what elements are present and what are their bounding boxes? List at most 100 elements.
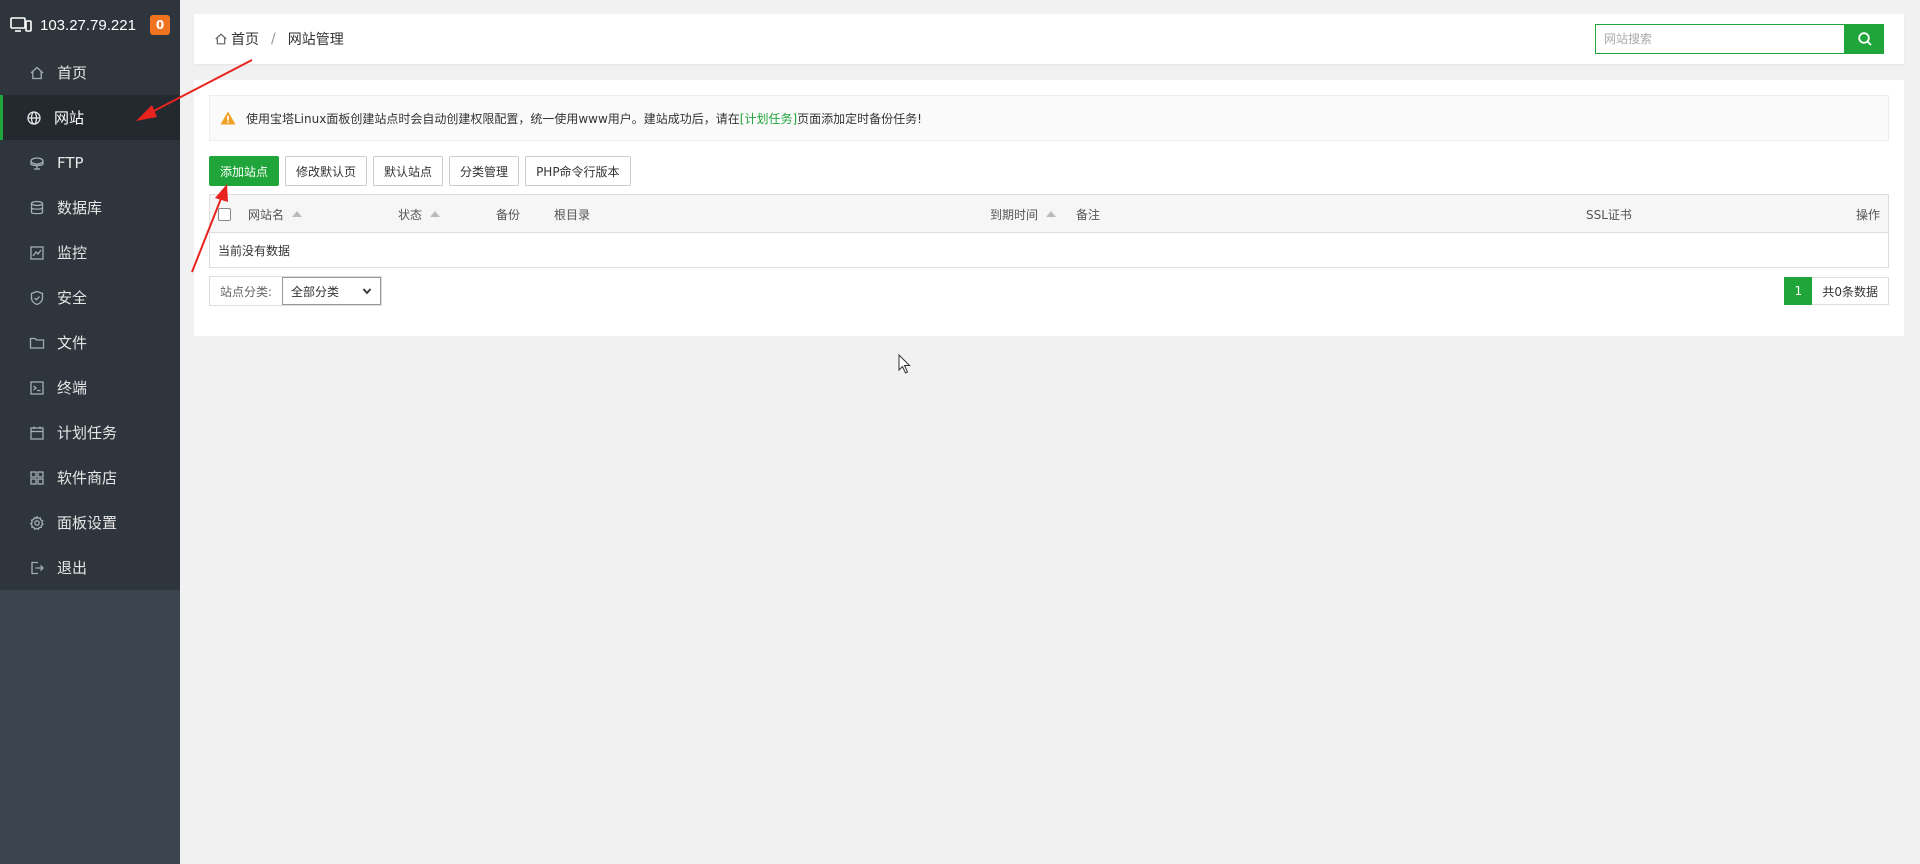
- toolbar: 添加站点 修改默认页 默认站点 分类管理 PHP命令行版本: [209, 156, 1889, 186]
- sidebar: 103.27.79.221 0 首页 网站 FTP 数据库 监控 安全 文件 终…: [0, 0, 180, 864]
- info-alert: 使用宝塔Linux面板创建站点时会自动创建权限配置，统一使用www用户。建站成功…: [209, 95, 1889, 141]
- server-header: 103.27.79.221 0: [0, 0, 180, 50]
- cron-task-link[interactable]: [计划任务]: [740, 110, 797, 127]
- column-root-dir: 根目录: [554, 195, 590, 233]
- sidebar-item-label: FTP: [57, 153, 84, 172]
- home-icon: [215, 33, 227, 45]
- sidebar-nav: 首页 网站 FTP 数据库 监控 安全 文件 终端 计划任务 软件商店 面板设置…: [0, 50, 180, 590]
- column-status[interactable]: 状态: [398, 195, 441, 233]
- sidebar-item-settings[interactable]: 面板设置: [0, 500, 180, 545]
- select-all-checkbox[interactable]: [218, 207, 231, 221]
- monitor-chart-icon: [29, 245, 45, 261]
- content-panel: 使用宝塔Linux面板创建站点时会自动创建权限配置，统一使用www用户。建站成功…: [194, 80, 1904, 336]
- select-all-cell: [218, 195, 231, 233]
- warning-icon: [220, 111, 236, 125]
- sidebar-item-website[interactable]: 网站: [0, 95, 180, 140]
- sidebar-item-home[interactable]: 首页: [0, 50, 180, 95]
- sidebar-item-security[interactable]: 安全: [0, 275, 180, 320]
- breadcrumb-current: 网站管理: [287, 32, 344, 48]
- category-label: 站点分类:: [220, 284, 273, 299]
- column-label: SSL证书: [1586, 207, 1632, 222]
- table-empty-row: 当前没有数据: [210, 233, 1888, 267]
- sidebar-item-terminal[interactable]: 终端: [0, 365, 180, 410]
- search-icon: [1857, 32, 1872, 46]
- column-label: 状态: [398, 207, 423, 222]
- apps-grid-icon: [29, 470, 45, 486]
- folder-icon: [29, 335, 45, 351]
- column-label: 根目录: [554, 207, 591, 222]
- column-ssl: SSL证书: [1586, 195, 1632, 233]
- column-label: 到期时间: [990, 207, 1039, 222]
- sidebar-item-label: 终端: [57, 379, 88, 397]
- search-box: [1595, 24, 1884, 54]
- total-count: 共0条数据: [1812, 277, 1889, 305]
- sidebar-item-label: 软件商店: [57, 469, 118, 487]
- breadcrumb: 首页 / 网站管理: [214, 29, 1595, 49]
- empty-text: 当前没有数据: [218, 243, 291, 258]
- column-remark: 备注: [1076, 195, 1100, 233]
- column-label: 网站名: [248, 207, 285, 222]
- sidebar-item-label: 面板设置: [57, 514, 118, 532]
- column-label: 备份: [496, 207, 521, 222]
- server-ip: 103.27.79.221: [40, 16, 136, 34]
- sidebar-item-label: 网站: [54, 109, 85, 127]
- php-cli-version-button[interactable]: PHP命令行版本: [525, 156, 631, 186]
- sidebar-item-label: 文件: [57, 334, 88, 352]
- column-site-name[interactable]: 网站名: [248, 195, 303, 233]
- sidebar-item-database[interactable]: 数据库: [0, 185, 180, 230]
- ftp-icon: [29, 155, 45, 171]
- mouse-cursor-icon: [898, 354, 911, 374]
- category-manage-button[interactable]: 分类管理: [449, 156, 520, 186]
- default-site-button[interactable]: 默认站点: [373, 156, 444, 186]
- sidebar-item-label: 首页: [57, 64, 88, 82]
- column-backup: 备份: [496, 195, 520, 233]
- sidebar-item-label: 退出: [57, 559, 88, 577]
- logout-icon: [29, 560, 45, 576]
- sidebar-item-label: 安全: [57, 289, 88, 307]
- shield-icon: [29, 290, 45, 306]
- column-label: 操作: [1855, 207, 1880, 222]
- alert-text-tail: 页面添加定时备份任务!: [797, 111, 922, 126]
- sidebar-item-label: 计划任务: [57, 424, 118, 442]
- sidebar-item-cron[interactable]: 计划任务: [0, 410, 180, 455]
- main-area: 首页 / 网站管理 使用宝塔Linux面板创建站点时会自动创建权限配置，统一使用…: [194, 14, 1904, 336]
- breadcrumb-home-link[interactable]: 首页: [231, 29, 259, 49]
- table-header: 网站名 状态 备份 根目录 到期时间 备注 SSL证书 操作: [210, 195, 1888, 233]
- globe-icon: [26, 110, 42, 126]
- modify-default-page-button[interactable]: 修改默认页: [285, 156, 368, 186]
- sidebar-item-label: 监控: [57, 244, 88, 262]
- site-search-input[interactable]: [1595, 24, 1845, 54]
- column-expire[interactable]: 到期时间: [990, 195, 1057, 233]
- search-button[interactable]: [1845, 24, 1884, 54]
- category-select[interactable]: 全部分类: [282, 277, 382, 305]
- chevron-down-icon: [362, 288, 372, 295]
- sidebar-item-files[interactable]: 文件: [0, 320, 180, 365]
- sidebar-item-ftp[interactable]: FTP: [0, 140, 180, 185]
- gear-icon: [29, 515, 45, 531]
- database-icon: [29, 200, 45, 216]
- category-filter: 站点分类: 全部分类: [209, 276, 383, 306]
- alert-text: 使用宝塔Linux面板创建站点时会自动创建权限配置，统一使用www用户。建站成功…: [246, 111, 740, 126]
- sidebar-item-logout[interactable]: 退出: [0, 545, 180, 590]
- pagination: 1 共0条数据: [1784, 277, 1889, 305]
- topbar: 首页 / 网站管理: [194, 14, 1904, 64]
- sidebar-item-monitor[interactable]: 监控: [0, 230, 180, 275]
- sort-up-icon: [292, 211, 303, 217]
- breadcrumb-separator: /: [271, 31, 276, 47]
- terminal-icon: [29, 380, 45, 396]
- notification-badge[interactable]: 0: [150, 15, 170, 35]
- sort-up-icon: [1046, 211, 1057, 217]
- sort-up-icon: [430, 211, 441, 217]
- sidebar-item-store[interactable]: 软件商店: [0, 455, 180, 500]
- add-site-button[interactable]: 添加站点: [209, 156, 280, 186]
- site-table: 网站名 状态 备份 根目录 到期时间 备注 SSL证书 操作 当前没有数据: [209, 194, 1889, 268]
- calendar-icon: [29, 425, 45, 441]
- category-selected: 全部分类: [291, 284, 340, 299]
- monitor-icon: [10, 17, 32, 32]
- table-footer: 站点分类: 全部分类 1 共0条数据: [209, 276, 1889, 306]
- page-current[interactable]: 1: [1784, 277, 1813, 305]
- column-label: 备注: [1076, 207, 1101, 222]
- column-action: 操作: [1856, 195, 1880, 233]
- sidebar-item-label: 数据库: [57, 199, 103, 217]
- home-icon: [29, 65, 45, 81]
